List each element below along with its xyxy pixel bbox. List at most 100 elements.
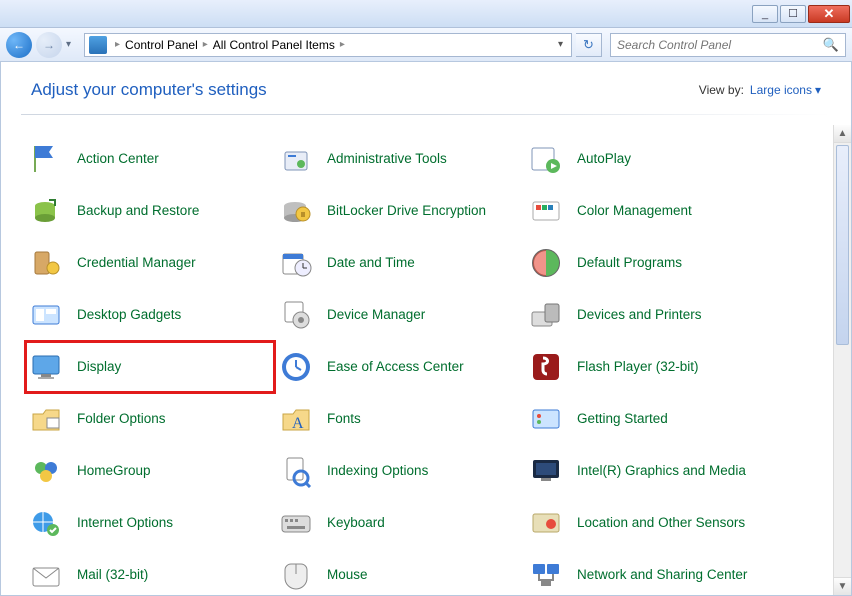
forward-button[interactable]: → [36, 32, 62, 58]
credential-icon [29, 246, 63, 280]
cp-item-indexing-options[interactable]: Indexing Options [275, 445, 525, 497]
cp-item-bitlocker-drive-encryption[interactable]: BitLocker Drive Encryption [275, 185, 525, 237]
cp-item-default-programs[interactable]: Default Programs [525, 237, 775, 289]
search-input[interactable] [617, 38, 823, 52]
chevron-down-icon: ▾ [815, 83, 821, 97]
cp-item-label: Network and Sharing Center [577, 567, 747, 583]
cp-item-homegroup[interactable]: HomeGroup [25, 445, 275, 497]
chevron-right-icon: ▸ [337, 39, 348, 50]
cp-item-label: Keyboard [327, 515, 385, 531]
mouse-icon [279, 558, 313, 592]
recent-pages-button[interactable]: ▾ [66, 39, 80, 50]
cp-item-label: Mouse [327, 567, 368, 583]
cp-item-credential-manager[interactable]: Credential Manager [25, 237, 275, 289]
vertical-scrollbar[interactable]: ▲ ▼ [833, 125, 851, 595]
cp-item-keyboard[interactable]: Keyboard [275, 497, 525, 549]
cp-item-administrative-tools[interactable]: Administrative Tools [275, 133, 525, 185]
scrollbar-thumb[interactable] [836, 145, 849, 345]
search-icon[interactable]: 🔍 [823, 37, 839, 53]
cp-item-display[interactable]: Display [25, 341, 275, 393]
cp-item-date-and-time[interactable]: Date and Time [275, 237, 525, 289]
ease-icon [279, 350, 313, 384]
flash-icon [529, 350, 563, 384]
color-icon [529, 194, 563, 228]
cp-item-label: Indexing Options [327, 463, 428, 479]
cp-item-folder-options[interactable]: Folder Options [25, 393, 275, 445]
cp-item-network-and-sharing-center[interactable]: Network and Sharing Center [525, 549, 775, 595]
cp-item-label: Flash Player (32-bit) [577, 359, 699, 375]
cp-item-fonts[interactable]: Fonts [275, 393, 525, 445]
cp-item-label: Mail (32-bit) [77, 567, 148, 583]
cp-item-label: Getting Started [577, 411, 668, 427]
homegroup-icon [29, 454, 63, 488]
cp-item-device-manager[interactable]: Device Manager [275, 289, 525, 341]
view-by-label: View by: [699, 83, 744, 97]
cp-item-label: HomeGroup [77, 463, 151, 479]
cp-item-label: Location and Other Sensors [577, 515, 745, 531]
cp-item-label: Default Programs [577, 255, 682, 271]
getstart-icon [529, 402, 563, 436]
cp-item-desktop-gadgets[interactable]: Desktop Gadgets [25, 289, 275, 341]
devmgr-icon [279, 298, 313, 332]
cp-item-label: Credential Manager [77, 255, 196, 271]
cp-item-label: Intel(R) Graphics and Media [577, 463, 746, 479]
close-button[interactable]: ✕ [808, 5, 850, 23]
cp-item-label: Devices and Printers [577, 307, 702, 323]
cp-item-label: Action Center [77, 151, 159, 167]
cp-item-color-management[interactable]: Color Management [525, 185, 775, 237]
search-box[interactable]: 🔍 [610, 33, 846, 57]
cp-item-internet-options[interactable]: Internet Options [25, 497, 275, 549]
scroll-up-button[interactable]: ▲ [834, 125, 851, 143]
cp-item-label: AutoPlay [577, 151, 631, 167]
header-divider [21, 114, 831, 115]
items-grid: Action Center Administrative Tools AutoPla… [25, 133, 847, 595]
flag-icon [29, 142, 63, 176]
backup-icon [29, 194, 63, 228]
cp-item-mouse[interactable]: Mouse [275, 549, 525, 595]
mail-icon [29, 558, 63, 592]
autoplay-icon [529, 142, 563, 176]
cp-item-getting-started[interactable]: Getting Started [525, 393, 775, 445]
back-button[interactable]: ← [6, 32, 32, 58]
keyboard-icon [279, 506, 313, 540]
maximize-button[interactable]: ☐ [780, 5, 806, 23]
titlebar: _ ☐ ✕ [0, 0, 852, 28]
cp-item-action-center[interactable]: Action Center [25, 133, 275, 185]
location-icon [529, 506, 563, 540]
chevron-right-icon: ▸ [200, 39, 211, 50]
cp-item-location-and-other-sensors[interactable]: Location and Other Sensors [525, 497, 775, 549]
control-panel-icon [89, 36, 107, 54]
header-row: Adjust your computer's settings View by:… [1, 62, 851, 114]
scroll-down-button[interactable]: ▼ [834, 577, 851, 595]
cp-item-intel-r-graphics-and-media[interactable]: Intel(R) Graphics and Media [525, 445, 775, 497]
breadcrumb-control-panel[interactable]: Control Panel ▸ [124, 38, 212, 52]
intel-icon [529, 454, 563, 488]
cp-item-ease-of-access-center[interactable]: Ease of Access Center [275, 341, 525, 393]
cp-item-backup-and-restore[interactable]: Backup and Restore [25, 185, 275, 237]
cp-item-label: Internet Options [77, 515, 173, 531]
cp-item-label: Color Management [577, 203, 692, 219]
indexing-icon [279, 454, 313, 488]
address-bar[interactable]: ▸ Control Panel ▸ All Control Panel Item… [84, 33, 572, 57]
cp-item-label: Folder Options [77, 411, 166, 427]
content-area: Adjust your computer's settings View by:… [0, 62, 852, 596]
refresh-button[interactable]: ↻ [576, 33, 602, 57]
network-icon [529, 558, 563, 592]
breadcrumb-root-sep[interactable]: ▸ [111, 39, 124, 50]
cp-item-flash-player-32-bit[interactable]: Flash Player (32-bit) [525, 341, 775, 393]
cp-item-label: Display [77, 359, 121, 375]
bitlocker-icon [279, 194, 313, 228]
gadgets-icon [29, 298, 63, 332]
address-dropdown-button[interactable]: ▾ [554, 39, 567, 50]
view-by: View by: Large icons ▾ [699, 83, 821, 97]
navbar: ← → ▾ ▸ Control Panel ▸ All Control Pane… [0, 28, 852, 62]
display-icon [29, 350, 63, 384]
cp-item-devices-and-printers[interactable]: Devices and Printers [525, 289, 775, 341]
breadcrumb-label: All Control Panel Items [213, 38, 335, 52]
cp-item-autoplay[interactable]: AutoPlay [525, 133, 775, 185]
breadcrumb-all-items[interactable]: All Control Panel Items ▸ [212, 38, 349, 52]
view-by-selector[interactable]: Large icons ▾ [750, 83, 821, 97]
cp-item-mail-32-bit[interactable]: Mail (32-bit) [25, 549, 275, 595]
minimize-button[interactable]: _ [752, 5, 778, 23]
folderopt-icon [29, 402, 63, 436]
